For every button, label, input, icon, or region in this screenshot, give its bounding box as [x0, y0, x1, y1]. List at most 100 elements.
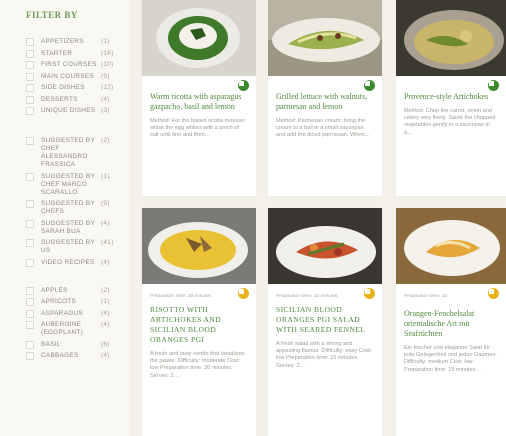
filter-checkbox[interactable] — [26, 219, 34, 228]
filter-count: (16) — [101, 49, 114, 57]
difficulty-icon — [238, 288, 249, 299]
recipe-image[interactable] — [142, 208, 256, 284]
filter-checkbox[interactable] — [26, 61, 34, 69]
filter-checkbox[interactable] — [26, 172, 34, 181]
recipe-title[interactable]: Warm ricotta with asparagus gazpacho, ba… — [150, 92, 248, 112]
filter-checkbox[interactable] — [26, 107, 34, 115]
filter-item[interactable]: UNIQUE DISHES (3) — [26, 107, 130, 115]
filter-count: (9) — [101, 72, 110, 80]
filter-count: (41) — [101, 239, 114, 246]
filter-label: BASIL — [41, 340, 61, 348]
filter-checkbox[interactable] — [26, 49, 34, 58]
card-body: Warm ricotta with asparagus gazpacho, ba… — [142, 76, 256, 146]
recipe-image[interactable] — [268, 0, 382, 76]
filter-item[interactable]: SUGGESTED BY US (41) — [26, 239, 130, 255]
recipe-description: Method: Chop the carrot, onion and celer… — [404, 108, 496, 136]
filter-count: (4) — [101, 321, 110, 328]
card-body: Grilled lettuce with walnuts, parmesan a… — [268, 76, 382, 146]
filter-checkbox[interactable] — [26, 321, 34, 329]
recipe-card[interactable]: Preparation time: 15 minutes SICILIAN BL… — [268, 208, 382, 436]
filter-checkbox[interactable] — [26, 72, 34, 81]
recipe-card[interactable]: Warm ricotta with asparagus gazpacho, ba… — [142, 0, 256, 196]
filter-count: (9) — [101, 200, 110, 207]
difficulty-icon — [238, 80, 249, 91]
recipe-photo — [396, 208, 506, 284]
recipe-photo — [142, 0, 256, 76]
filter-item[interactable]: SIDE DISHES (12) — [26, 84, 130, 92]
filter-item[interactable]: FIRST COURSES (10) — [26, 61, 130, 69]
recipe-title[interactable]: Orangen-Fenchelsalat orientalische Art m… — [404, 309, 498, 339]
filter-count: (6) — [101, 340, 110, 348]
filter-checkbox[interactable] — [26, 352, 34, 360]
filter-item[interactable]: AUBERGINE (EGGPLANT) (4) — [26, 321, 130, 337]
card-body: Preparation time: 15 Orangen-Fenchelsala… — [396, 284, 506, 380]
filter-label: VIDEO RECIPES — [41, 258, 95, 266]
filter-checkbox[interactable] — [26, 340, 34, 349]
recipe-image[interactable] — [268, 208, 382, 284]
filter-item[interactable]: APRICOTS (1) — [26, 298, 130, 306]
filter-sidebar: FILTER BY APPETIZERS (1) STARTER (16) FIRS… — [0, 0, 130, 436]
filter-checkbox[interactable] — [26, 286, 34, 295]
recipe-image[interactable] — [396, 0, 506, 76]
difficulty-icon — [364, 80, 375, 91]
filter-label: SUGGESTED BY US — [41, 239, 95, 254]
filter-checkbox[interactable] — [26, 309, 34, 318]
filter-item[interactable]: SUGGESTED BY SARAH BUA (4) — [26, 219, 130, 236]
filter-checkbox[interactable] — [26, 84, 34, 92]
filter-label: FIRST COURSES — [41, 61, 97, 68]
filter-label: DESSERTS — [41, 95, 78, 103]
filter-label: SUGGESTED BY CHEF MARCO SCARALLO — [41, 172, 95, 196]
difficulty-icon — [488, 80, 499, 91]
recipe-card[interactable]: Preparation time: 15 Orangen-Fenchelsala… — [396, 208, 506, 436]
filter-count: (1) — [101, 298, 110, 305]
recipe-description: A fresh and tasty risotto that tantalize… — [150, 351, 245, 379]
recipe-photo — [268, 208, 382, 284]
filter-label: SIDE DISHES — [41, 84, 85, 91]
recipe-photo — [142, 208, 256, 284]
recipe-title[interactable]: SICILIAN BLOOD ORANGES PGI SALAD WITH SE… — [276, 305, 374, 335]
filter-label: MAIN COURSES — [41, 72, 94, 80]
filter-title: FILTER BY — [26, 10, 78, 20]
filter-item[interactable]: DESSERTS (4) — [26, 95, 130, 104]
filter-checkbox[interactable] — [26, 258, 34, 267]
filter-checkbox[interactable] — [26, 298, 34, 306]
recipe-title[interactable]: RISOTTO WITH ARTICHOKES AND SICILIAN BLO… — [150, 305, 248, 345]
filter-item[interactable]: APPETIZERS (1) — [26, 38, 130, 46]
filter-label: SUGGESTED BY CHEFS — [41, 200, 95, 215]
recipe-title[interactable]: Provence-style Artichokes — [404, 92, 498, 102]
filter-item[interactable]: SUGGESTED BY CHEF MARCO SCARALLO (1) — [26, 172, 130, 197]
filter-item[interactable]: CABBAGES (4) — [26, 352, 130, 360]
filter-label: APRICOTS — [41, 298, 77, 305]
filter-item[interactable]: APPLES (2) — [26, 286, 130, 295]
recipe-description: Ein frischer und eleganter Salat für jed… — [404, 345, 497, 373]
recipe-photo — [396, 0, 506, 76]
filter-checkbox[interactable] — [26, 137, 34, 145]
difficulty-icon — [488, 288, 499, 299]
filter-count: (10) — [101, 61, 114, 68]
filter-item[interactable]: SUGGESTED BY CHEF ALESSANDRO FRASSICA (2) — [26, 137, 130, 169]
filter-checkbox[interactable] — [26, 95, 34, 104]
filter-count: (1) — [101, 38, 110, 45]
recipe-card[interactable]: Provence-style Artichokes Method: Chop t… — [396, 0, 506, 196]
filter-label: ASPARAGUS — [41, 309, 84, 317]
recipe-title[interactable]: Grilled lettuce with walnuts, parmesan a… — [276, 92, 374, 112]
recipe-image[interactable] — [396, 208, 506, 284]
filter-count: (2) — [101, 286, 110, 294]
filter-item[interactable]: BASIL (6) — [26, 340, 130, 349]
filter-count: (12) — [101, 84, 114, 91]
filter-item[interactable]: STARTER (16) — [26, 49, 130, 58]
filter-group-courses: APPETIZERS (1) STARTER (16) FIRST COURSES (… — [26, 38, 130, 115]
filter-checkbox[interactable] — [26, 239, 34, 247]
filter-group-suggested: SUGGESTED BY CHEF ALESSANDRO FRASSICA (2)… — [26, 137, 130, 267]
recipe-image[interactable] — [142, 0, 256, 76]
filter-count: (1) — [101, 172, 110, 180]
filter-checkbox[interactable] — [26, 200, 34, 208]
filter-count: (4) — [101, 309, 110, 317]
filter-item[interactable]: ASPARAGUS (4) — [26, 309, 130, 318]
filter-item[interactable]: SUGGESTED BY CHEFS (9) — [26, 200, 130, 216]
recipe-card[interactable]: Preparation time: 30 minutes RISOTTO WIT… — [142, 208, 256, 436]
filter-checkbox[interactable] — [26, 38, 34, 46]
recipe-card[interactable]: Grilled lettuce with walnuts, parmesan a… — [268, 0, 382, 196]
filter-item[interactable]: MAIN COURSES (9) — [26, 72, 130, 81]
filter-item[interactable]: VIDEO RECIPES (4) — [26, 258, 130, 267]
